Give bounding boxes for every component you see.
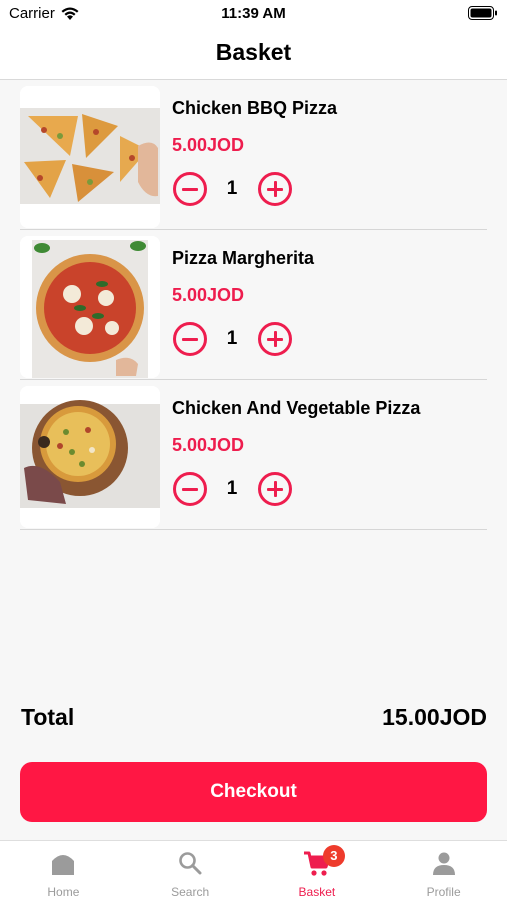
status-time: 11:39 AM [221, 5, 286, 22]
page-title: Basket [215, 39, 292, 65]
total-label: Total [21, 704, 75, 730]
total-row: Total 15.00JOD [21, 704, 487, 736]
home-icon [52, 855, 75, 875]
basket-count-badge: 3 [322, 845, 345, 867]
tab-home[interactable]: Home [0, 841, 127, 900]
tab-basket[interactable]: 3 Basket [254, 841, 381, 900]
item-quantity: 1 [226, 478, 238, 499]
person-icon [432, 852, 455, 875]
tab-search[interactable]: Search [127, 841, 254, 900]
item-price: 5.00JOD [172, 135, 245, 155]
tab-bar: Home Search 3 Basket Profile [0, 840, 507, 900]
item-price: 5.00JOD [172, 435, 245, 455]
tab-profile[interactable]: Profile [380, 841, 507, 900]
chicken-bbq-pizza-image [20, 86, 160, 228]
item-quantity: 1 [226, 178, 238, 199]
increase-quantity-button[interactable] [258, 322, 292, 356]
item-price: 5.00JOD [172, 285, 245, 305]
increase-quantity-button[interactable] [258, 172, 292, 206]
basket-item: Pizza Margherita 5.00JOD 1 [20, 230, 487, 380]
decrease-quantity-button[interactable] [173, 322, 207, 356]
pizza-margherita-image [20, 236, 160, 378]
tab-label: Basket [298, 885, 336, 899]
battery-icon [468, 6, 498, 24]
checkout-button[interactable]: Checkout [20, 762, 487, 822]
status-bar: Carrier 11:39 AM [0, 0, 507, 30]
item-quantity: 1 [226, 328, 238, 349]
tab-label: Home [47, 885, 80, 899]
tab-label: Search [171, 885, 210, 899]
item-name: Chicken BBQ Pizza [172, 98, 338, 118]
increase-quantity-button[interactable] [258, 472, 292, 506]
total-value: 15.00JOD [382, 704, 487, 730]
item-name: Pizza Margherita [172, 248, 315, 268]
decrease-quantity-button[interactable] [173, 472, 207, 506]
chicken-vegetable-pizza-image [20, 386, 160, 528]
basket-list: Chicken BBQ Pizza 5.00JOD 1 Pizza Marghe… [20, 80, 487, 530]
tab-label: Profile [426, 885, 461, 899]
basket-item: Chicken And Vegetable Pizza 5.00JOD 1 [20, 380, 487, 530]
nav-header: Basket [0, 30, 507, 80]
search-icon [179, 852, 202, 875]
decrease-quantity-button[interactable] [173, 172, 207, 206]
basket-item: Chicken BBQ Pizza 5.00JOD 1 [20, 80, 487, 230]
item-name: Chicken And Vegetable Pizza [172, 398, 421, 418]
